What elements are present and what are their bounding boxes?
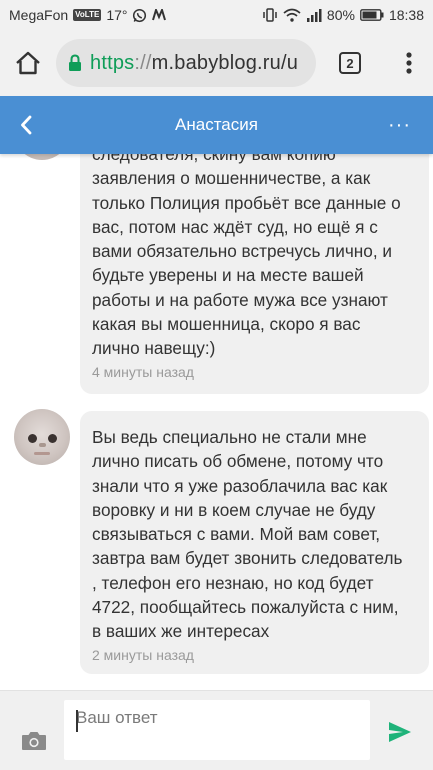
send-icon (388, 721, 412, 743)
message-list[interactable]: следователя, скину вам копию заявления о… (0, 154, 433, 690)
tabs-button[interactable]: 2 (316, 30, 384, 96)
browser-toolbar: https://m.babyblog.ru/u 2 (0, 30, 433, 96)
compose-bar (0, 690, 433, 770)
home-button[interactable] (0, 30, 56, 96)
reply-input[interactable] (64, 700, 370, 760)
battery-icon (360, 9, 384, 21)
lock-icon (68, 54, 82, 72)
wifi-icon (283, 8, 301, 22)
address-bar[interactable]: https://m.babyblog.ru/u (56, 39, 316, 87)
message-text: следователя, скину вам копию заявления о… (92, 154, 401, 359)
status-left: MegaFon VoLTE 17° (9, 7, 167, 23)
signal-icon (306, 8, 322, 22)
battery-percent: 80% (326, 7, 355, 23)
attach-photo-button[interactable] (20, 729, 48, 753)
avatar[interactable] (14, 409, 70, 465)
avatar-eye (28, 434, 37, 443)
whatsapp-icon (132, 8, 147, 23)
send-button[interactable] (388, 721, 412, 743)
avatar[interactable] (14, 154, 70, 160)
browser-menu-button[interactable] (384, 30, 433, 96)
message-bubble: следователя, скину вам копию заявления о… (80, 154, 429, 394)
back-chevron-icon (20, 115, 32, 135)
url-scheme: https (90, 51, 135, 74)
url-text: https://m.babyblog.ru/u (90, 52, 298, 75)
chat-header: Анастасия ··· (0, 96, 433, 154)
more-button[interactable]: ··· (388, 110, 411, 140)
tabs-icon: 2 (339, 52, 361, 74)
vibrate-icon (262, 8, 278, 22)
url-host: m.babyblog.ru/u (151, 51, 299, 74)
kebab-menu-icon (405, 52, 412, 74)
avatar-mouth (34, 452, 50, 455)
avatar-eye (48, 434, 57, 443)
clock: 18:38 (388, 7, 424, 23)
message-time: 2 минуты назад (92, 646, 194, 663)
m-app-icon (152, 9, 167, 21)
message-text: Вы ведь специально не стали мне лично пи… (92, 427, 403, 642)
carrier-name: MegaFon (9, 7, 69, 23)
avatar-nose (39, 443, 46, 447)
volte-badge: VoLTE (73, 9, 102, 21)
text-cursor (76, 710, 78, 732)
back-button[interactable] (20, 110, 48, 140)
more-dots-icon: ··· (388, 113, 411, 136)
temperature: 17° (106, 7, 128, 23)
home-icon (15, 51, 41, 75)
message-bubble: Вы ведь специально не стали мне лично пи… (80, 411, 429, 674)
camera-icon (20, 729, 48, 753)
message-time: 4 минуты назад (92, 363, 194, 380)
url-separator: :// (134, 51, 152, 74)
chat-title: Анастасия (175, 115, 258, 134)
status-bar: MegaFon VoLTE 17° 80% 18:38 (0, 0, 433, 30)
status-right: 80% 18:38 (262, 7, 424, 23)
screen: MegaFon VoLTE 17° 80% 18:38 https://m.ba… (0, 0, 433, 770)
